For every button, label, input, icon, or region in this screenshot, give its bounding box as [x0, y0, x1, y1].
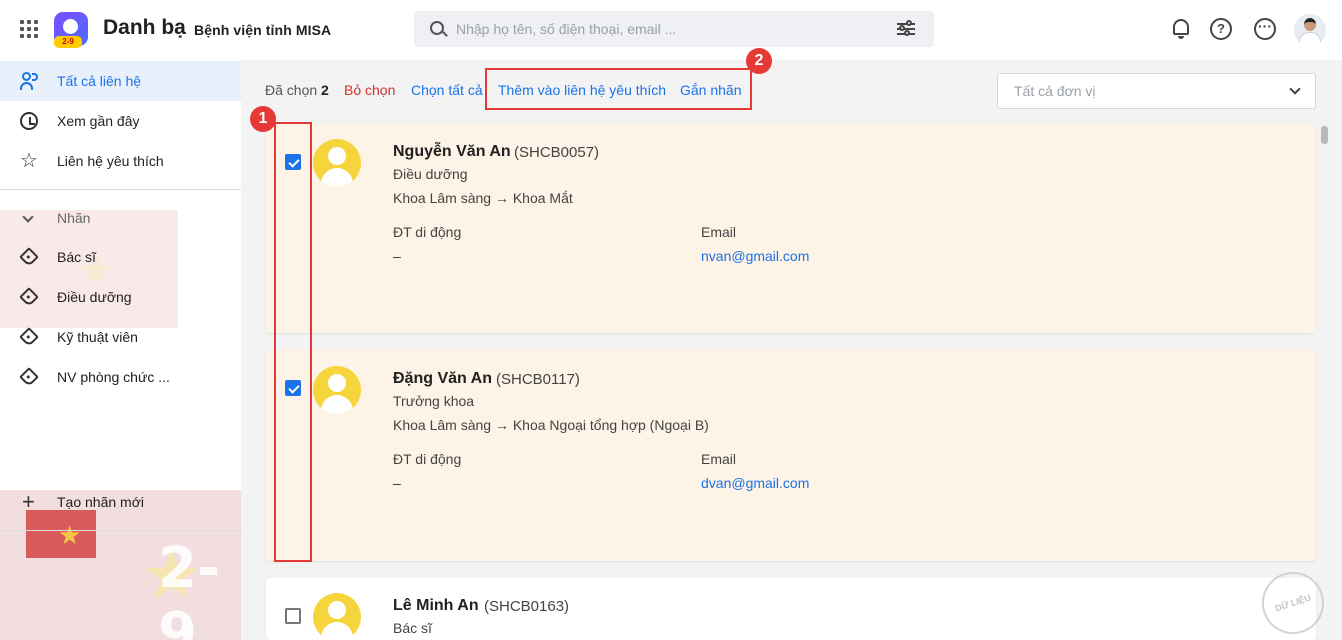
annotation-badge-2: 2: [746, 48, 772, 74]
star-icon: ☆: [20, 150, 38, 172]
email-label: Email: [701, 224, 737, 240]
contact-role: Điều dưỡng: [393, 166, 468, 182]
sidebar-item-label: Tất cả liên hệ: [57, 73, 142, 89]
filter-icon[interactable]: [896, 20, 916, 38]
people-icon: [20, 72, 40, 90]
contact-card[interactable]: Đặng Văn An (SHCB0117) Trưởng khoa Khoa …: [266, 350, 1316, 561]
search-bar: [414, 11, 934, 47]
annotation-badge-1: 1: [250, 106, 276, 132]
phone-value: –: [393, 248, 401, 264]
create-label-button[interactable]: + Tạo nhãn mới: [0, 482, 241, 522]
sidebar-item-all-contacts[interactable]: Tất cả liên hệ: [0, 61, 241, 101]
phone-value: –: [393, 475, 401, 491]
contact-checkbox[interactable]: [285, 608, 301, 624]
logo-badge: 2-9: [54, 36, 82, 48]
bell-icon[interactable]: [1170, 18, 1192, 40]
sidebar-item-label: Liên hệ yêu thích: [57, 153, 164, 169]
tag-icon: [19, 327, 39, 347]
contact-card[interactable]: Nguyễn Văn An (SHCB0057) Điều dưỡng Khoa…: [266, 124, 1316, 333]
contact-department: Khoa Lâm sàng → Khoa Ngoại tổng hợp (Ngo…: [393, 417, 709, 433]
more-icon[interactable]: ···: [1254, 18, 1276, 40]
contact-role: Bác sĩ: [393, 620, 432, 636]
annotation-box-checkboxes: [274, 122, 312, 562]
sidebar: ★ ★ ★ 2-9 Tất cả liên hệ Xem gần đây ☆ L…: [0, 60, 241, 640]
decorative-date: 2-9: [158, 536, 221, 640]
chevron-down-icon: [1289, 83, 1301, 95]
apps-grid-icon[interactable]: [20, 20, 38, 38]
sidebar-item-favorites[interactable]: ☆ Liên hệ yêu thích: [0, 141, 241, 181]
contact-name[interactable]: Lê Minh An: [393, 597, 479, 615]
email-label: Email: [701, 451, 737, 467]
sidebar-item-label: Kỹ thuật viên: [57, 329, 138, 345]
sidebar-divider: [0, 189, 241, 190]
sidebar-item-label: Điều dưỡng: [57, 289, 132, 305]
annotation-box-actions: [485, 68, 752, 110]
selected-count-label: Đã chọn 2: [265, 82, 329, 98]
help-icon[interactable]: ?: [1210, 18, 1232, 40]
contact-role: Trưởng khoa: [393, 393, 475, 409]
top-header: 2-9 Danh bạ Bệnh viện tỉnh MISA ? ···: [0, 0, 1342, 60]
tag-icon: [19, 287, 39, 307]
app-title: Danh bạ: [103, 16, 186, 39]
selected-prefix: Đã chọn: [265, 82, 318, 98]
contact-name[interactable]: Nguyễn Văn An: [393, 143, 511, 161]
contact-department: Khoa Lâm sàng → Khoa Mắt: [393, 190, 573, 206]
plus-icon: +: [22, 489, 35, 514]
create-label-text: Tạo nhãn mới: [57, 494, 145, 510]
unit-select-value: Tất cả đơn vị: [1014, 83, 1096, 99]
scrollbar[interactable]: [1321, 126, 1328, 144]
tag-icon: [19, 247, 39, 267]
labels-section-header[interactable]: Nhãn: [0, 198, 241, 238]
contact-avatar: [313, 139, 361, 187]
phone-label: ĐT di động: [393, 451, 462, 467]
contact-avatar: [313, 366, 361, 414]
select-all-button[interactable]: Chọn tất cả: [411, 82, 483, 98]
phone-label: ĐT di động: [393, 224, 462, 240]
search-icon: [430, 21, 444, 35]
sidebar-item-label: NV phòng chức ...: [57, 369, 170, 385]
contact-avatar: [313, 593, 361, 640]
user-avatar[interactable]: [1294, 14, 1326, 46]
sidebar-item-label: Bác sĩ: [57, 249, 96, 265]
labels-section-title: Nhãn: [57, 210, 91, 226]
contact-code: (SHCB0117): [496, 371, 580, 388]
contact-code: (SHCB0057): [514, 144, 600, 161]
contact-code: (SHCB0163): [484, 598, 570, 615]
tag-icon: [19, 367, 39, 387]
chevron-down-icon: [22, 211, 34, 223]
contact-card[interactable]: Lê Minh An (SHCB0163) Bác sĩ: [266, 578, 1316, 640]
organization-name: Bệnh viện tỉnh MISA: [194, 22, 332, 38]
contact-name[interactable]: Đặng Văn An: [393, 370, 492, 388]
selected-count: 2: [321, 82, 329, 98]
sidebar-item-label-nurse[interactable]: Điều dưỡng: [0, 277, 241, 317]
deselect-button[interactable]: Bỏ chọn: [344, 82, 395, 98]
app-logo[interactable]: 2-9: [54, 12, 88, 48]
unit-select[interactable]: Tất cả đơn vị: [997, 73, 1316, 109]
email-link[interactable]: dvan@gmail.com: [701, 475, 809, 491]
sidebar-divider: [0, 530, 241, 531]
sidebar-item-label-staff[interactable]: NV phòng chức ...: [0, 357, 241, 397]
sidebar-item-label-technician[interactable]: Kỹ thuật viên: [0, 317, 241, 357]
sidebar-item-label-doctor[interactable]: Bác sĩ: [0, 237, 241, 277]
history-icon: [20, 112, 38, 130]
sidebar-item-recent[interactable]: Xem gần đây: [0, 101, 241, 141]
search-input[interactable]: [456, 19, 876, 39]
sidebar-item-label: Xem gần đây: [57, 113, 140, 129]
email-link[interactable]: nvan@gmail.com: [701, 248, 809, 264]
